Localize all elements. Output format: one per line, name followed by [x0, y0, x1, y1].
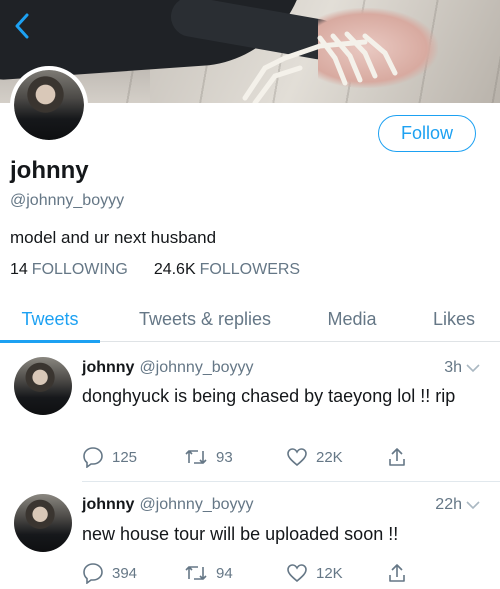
retweet-count: 94	[216, 564, 233, 582]
tweet-text: new house tour will be uploaded soon !!	[82, 524, 399, 544]
tweet-item[interactable]: johnny @johnny_boyyy 22h new house tour w…	[0, 482, 500, 589]
tweet-timestamp: 3h	[444, 359, 462, 376]
tweet-author-name: johnny	[82, 359, 135, 376]
tweet-actions: 394 94 12K	[82, 560, 412, 586]
like-count: 12K	[316, 564, 343, 582]
reply-icon	[83, 563, 103, 584]
like-button[interactable]: 22K	[286, 444, 343, 470]
heart-icon	[287, 564, 307, 583]
profile-stats: 14 FOLLOWING 24.6K FOLLOWERS	[10, 261, 300, 279]
tab-media[interactable]: Media	[310, 296, 394, 342]
share-button[interactable]	[388, 560, 406, 586]
following-label: FOLLOWING	[31, 261, 128, 278]
chevron-down-icon	[466, 501, 480, 510]
followers-label: FOLLOWERS	[199, 261, 301, 278]
reply-button[interactable]: 125	[82, 444, 137, 470]
avatar-photo	[14, 70, 84, 140]
tweet-text: donghyuck is being chased by taeyong lol…	[82, 386, 456, 406]
tweet-author-handle: @johnny_boyyy	[139, 359, 254, 376]
chevron-left-icon	[15, 13, 29, 39]
following-stat[interactable]: 14 FOLLOWING	[10, 261, 128, 279]
share-icon	[389, 448, 405, 466]
like-button[interactable]: 12K	[286, 560, 343, 586]
tweet-timestamp: 22h	[435, 496, 462, 513]
tweet-time[interactable]: 22h	[435, 496, 480, 514]
reply-count: 394	[112, 564, 138, 582]
retweet-icon	[185, 450, 207, 464]
followers-stat[interactable]: 24.6K FOLLOWERS	[154, 261, 300, 279]
tweet-actions: 125 93 22K	[82, 444, 412, 470]
tweet-author-name: johnny	[82, 496, 135, 513]
retweet-icon	[185, 566, 207, 580]
skeleton-hand-image	[242, 31, 398, 103]
tweet-author-handle: @johnny_boyyy	[139, 496, 254, 513]
profile-bio: model and ur next husband	[10, 228, 217, 247]
retweet-button[interactable]: 94	[184, 560, 233, 586]
profile-avatar[interactable]	[10, 66, 88, 144]
reply-count: 125	[112, 448, 138, 466]
retweet-count: 93	[216, 448, 233, 466]
reply-button[interactable]: 394	[82, 560, 137, 586]
profile-tabs: Tweets Tweets & replies Media Likes	[0, 296, 500, 343]
followers-count: 24.6K	[153, 261, 196, 278]
follow-button[interactable]: Follow	[378, 115, 476, 152]
tab-tweets[interactable]: Tweets	[0, 296, 100, 343]
tweet-header: johnny @johnny_boyyy	[82, 359, 254, 377]
chevron-down-icon	[466, 364, 480, 373]
tab-likes[interactable]: Likes	[418, 296, 490, 342]
back-button[interactable]	[10, 12, 34, 40]
retweet-button[interactable]: 93	[184, 444, 233, 470]
tweet-header: johnny @johnny_boyyy	[82, 496, 254, 514]
tweet-time[interactable]: 3h	[444, 359, 480, 377]
tweet-item[interactable]: johnny @johnny_boyyy 3h donghyuck is bein…	[0, 343, 500, 481]
heart-icon	[287, 448, 307, 467]
profile-name: johnny	[10, 157, 89, 184]
share-button[interactable]	[388, 444, 406, 470]
profile-handle: @johnny_boyyy	[10, 192, 125, 209]
tweet-avatar[interactable]	[14, 494, 72, 552]
reply-icon	[83, 447, 103, 468]
share-icon	[389, 564, 405, 582]
tweet-avatar[interactable]	[14, 357, 72, 415]
tab-tweets-replies[interactable]: Tweets & replies	[120, 296, 290, 342]
following-count: 14	[10, 261, 28, 278]
like-count: 22K	[316, 448, 343, 466]
